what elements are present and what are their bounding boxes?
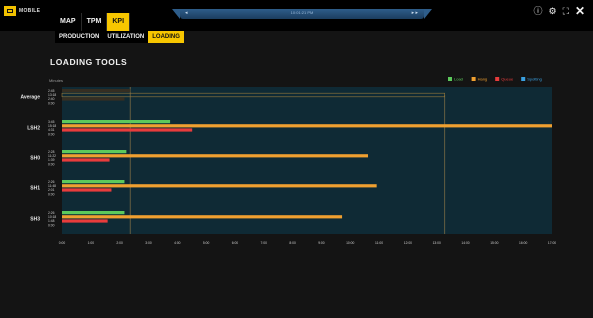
row-label-lsh2: LSH2 xyxy=(27,125,40,131)
primary-nav: MAP TPM KPI xyxy=(55,13,131,31)
tab-kpi[interactable]: KPI xyxy=(107,13,131,31)
logo-icon xyxy=(4,5,16,16)
tab-loading[interactable]: LOADING xyxy=(148,31,184,43)
tab-map[interactable]: MAP xyxy=(55,13,82,31)
row-label-sh3: SH3 xyxy=(30,216,40,222)
x-tick-label: 8:00 xyxy=(289,241,296,245)
bar-hang xyxy=(62,184,377,188)
x-tick-label: 1:00 xyxy=(88,241,95,245)
fullscreen-icon[interactable]: ⛶ xyxy=(563,6,569,16)
x-tick-label: 4:00 xyxy=(174,241,181,245)
info-icon[interactable]: ⓘ xyxy=(534,6,543,16)
legend-label-queue: Queue xyxy=(501,77,514,82)
x-tick-label: 11:00 xyxy=(375,241,383,245)
bar-queue xyxy=(62,158,110,162)
x-tick-label: 9:00 xyxy=(318,241,325,245)
bar-load xyxy=(62,89,131,93)
tab-utilization[interactable]: UTILIZATION xyxy=(103,31,148,43)
bar-hang xyxy=(62,124,552,128)
handle-label: 10:01:21 PM xyxy=(290,10,314,15)
tab-tpm[interactable]: TPM xyxy=(82,13,108,31)
close-icon[interactable]: ✕ xyxy=(575,5,585,17)
bar-queue xyxy=(62,219,108,223)
x-tick-label: 6:00 xyxy=(232,241,239,245)
settings-icon[interactable]: ⚙ xyxy=(549,6,557,16)
bar-queue xyxy=(62,97,125,101)
loading-tools-chart: Minutes Load Hang Queue Spotting Average 2:45 1… xyxy=(0,70,593,255)
x-tick-label: 16:00 xyxy=(519,241,527,245)
x-tick-label: 2:00 xyxy=(116,241,123,245)
row-label-sh0: SH0 xyxy=(30,155,40,161)
bar-queue xyxy=(62,128,193,132)
x-tick-label: 17:00 xyxy=(548,241,556,245)
tab-production[interactable]: PRODUCTION xyxy=(55,31,103,43)
x-tick-label: 13:00 xyxy=(433,241,441,245)
x-tick-label: 15:00 xyxy=(490,241,498,245)
bar-load xyxy=(62,120,171,124)
window-controls: ⓘ ⚙ ⛶ ✕ xyxy=(534,5,585,17)
x-tick-label: 3:00 xyxy=(145,241,152,245)
legend-swatch-hang xyxy=(471,77,476,81)
legend-label-hang: Hang xyxy=(478,77,488,82)
value-label: 0:00 xyxy=(48,132,55,136)
x-tick-label: 10:00 xyxy=(346,241,354,245)
value-label: 0:00 xyxy=(48,101,55,105)
legend-label-spotting: Spotting xyxy=(527,77,542,82)
bar-load xyxy=(62,150,127,154)
row-label-average: Average xyxy=(20,94,40,100)
plot-area xyxy=(62,87,552,234)
x-tick-label: 0:00 xyxy=(59,241,66,245)
timeline-handle[interactable]: ◂ 10:01:21 PM ▸ ▸ xyxy=(172,9,432,19)
value-label: 0:00 xyxy=(48,162,55,166)
legend-swatch-spotting xyxy=(521,77,526,81)
page-title: LOADING TOOLS xyxy=(50,57,128,67)
logo-text: MOBILE xyxy=(19,7,41,14)
legend-label-load: Load xyxy=(454,77,463,82)
bar-hang xyxy=(62,154,369,158)
value-label: 0:00 xyxy=(48,223,55,227)
app-logo[interactable]: MOBILE xyxy=(4,4,40,17)
x-tick-label: 5:00 xyxy=(203,241,210,245)
x-tick-label: 7:00 xyxy=(261,241,268,245)
bar-load xyxy=(62,211,125,215)
bar-hang xyxy=(62,215,343,219)
x-tick-label: 14:00 xyxy=(461,241,469,245)
legend-swatch-queue xyxy=(495,77,500,81)
secondary-nav: PRODUCTION UTILIZATION LOADING xyxy=(55,31,184,43)
chevron-right-icon[interactable]: ▸ ▸ xyxy=(412,10,418,16)
bar-load xyxy=(62,180,125,184)
value-label: 0:00 xyxy=(48,192,55,196)
chart-svg: Minutes Load Hang Queue SpottingAverage2:451… xyxy=(20,77,556,245)
legend-swatch-load xyxy=(448,77,452,81)
bar-queue xyxy=(62,188,112,192)
row-label-sh1: SH1 xyxy=(30,185,40,191)
x-tick-label: 12:00 xyxy=(404,241,412,245)
y-axis-title: Minutes xyxy=(49,78,63,83)
